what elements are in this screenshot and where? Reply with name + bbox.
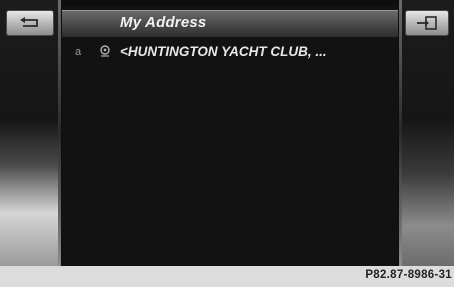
list-item[interactable]: a <HUNTINGTON YACHT CLUB, ... (62, 42, 398, 64)
address-list-panel: My Address a <HUNTINGTON YACHT CLUB, ... (62, 6, 398, 266)
location-icon (98, 44, 112, 63)
list-item-marker: a (75, 46, 82, 58)
display-screen: My Address a <HUNTINGTON YACHT CLUB, ... (0, 0, 454, 266)
figure-code: P82.87-8986-31 (365, 269, 452, 281)
left-panel (0, 0, 58, 266)
exit-button[interactable] (405, 10, 449, 36)
exit-icon (417, 16, 437, 30)
right-divider (399, 0, 402, 266)
back-arrow-icon (20, 17, 38, 27)
right-panel (402, 0, 454, 266)
title-bar: My Address (62, 10, 398, 37)
list-item-label: <HUNTINGTON YACHT CLUB, ... (120, 44, 327, 59)
back-button[interactable] (6, 10, 54, 36)
left-divider (58, 0, 61, 266)
page-title: My Address (120, 14, 207, 31)
